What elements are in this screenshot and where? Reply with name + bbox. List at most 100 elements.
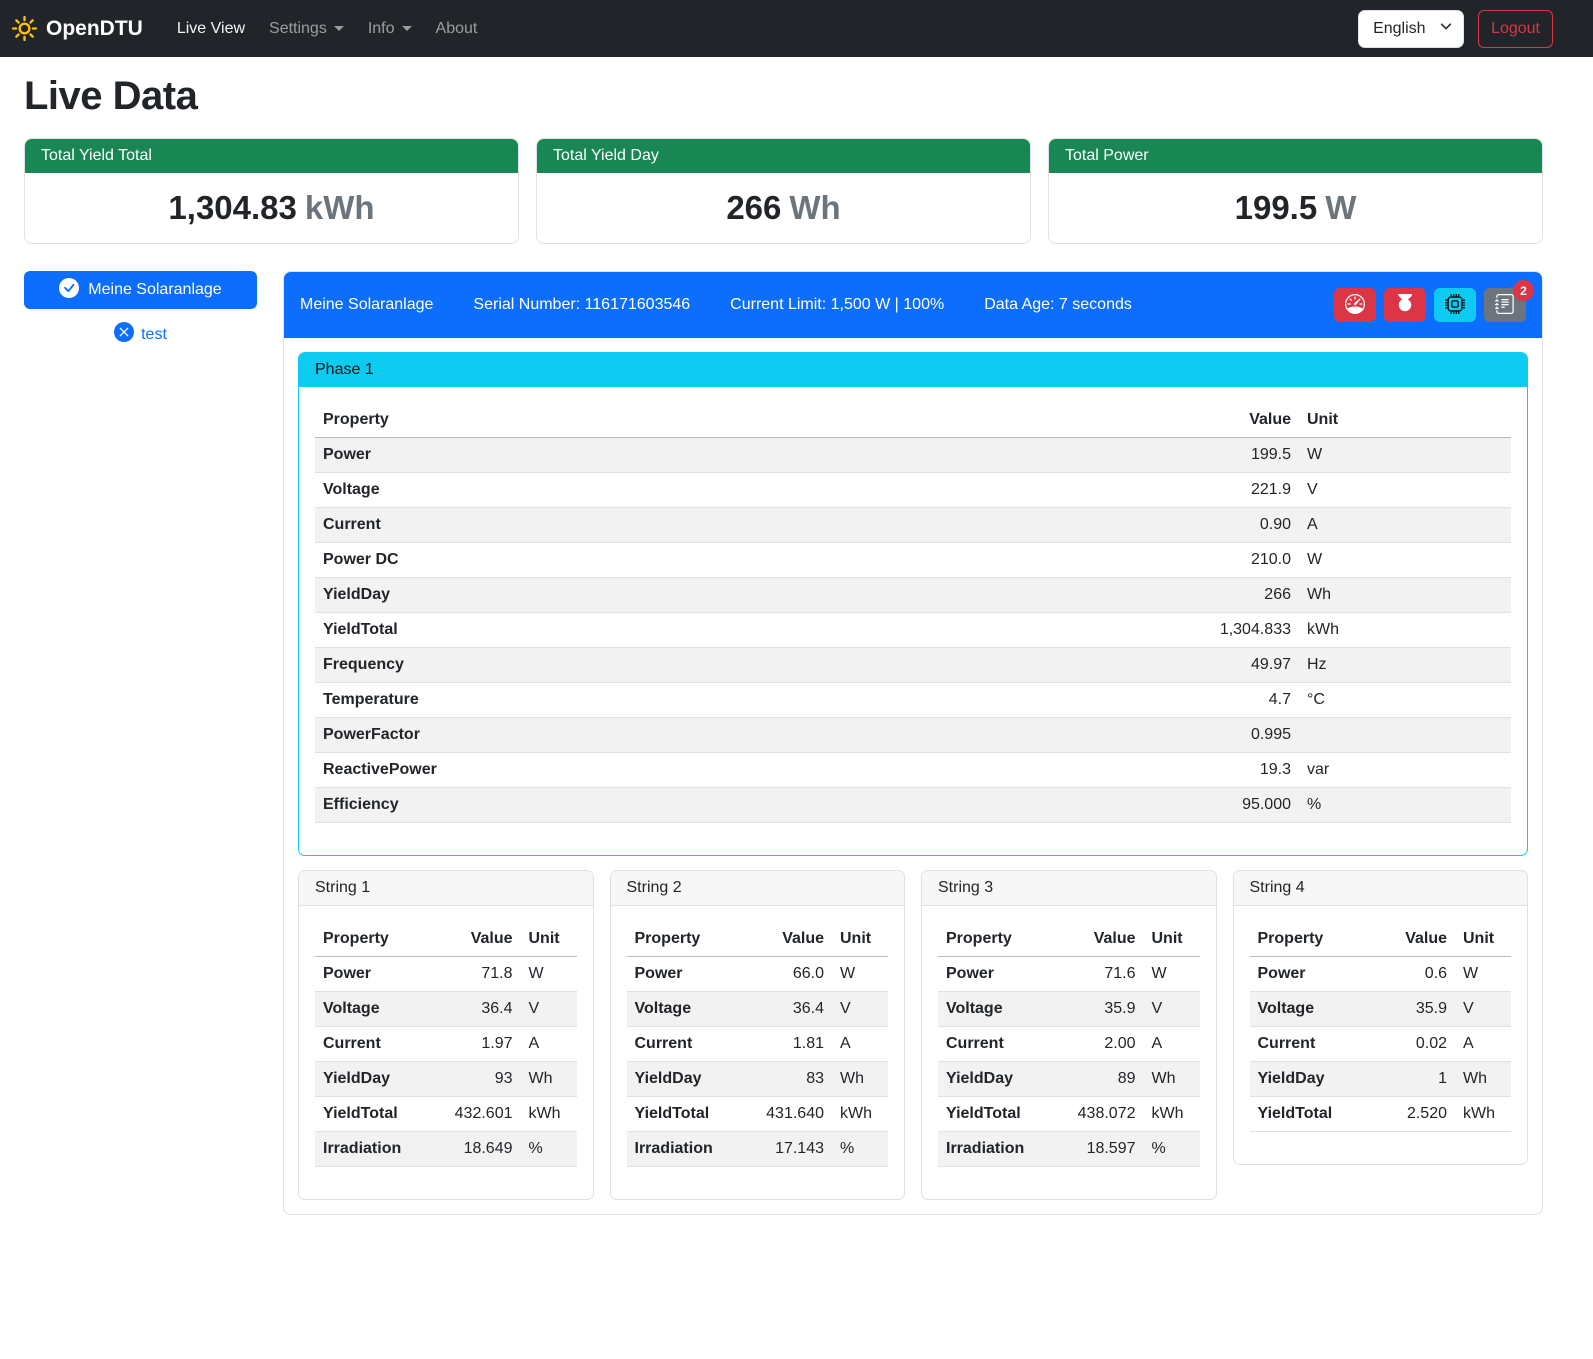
unit-cell: V <box>1299 473 1511 508</box>
table-row: YieldTotal432.601kWh <box>315 1097 577 1132</box>
property-cell: Voltage <box>938 992 1048 1027</box>
property-cell: Voltage <box>315 473 1149 508</box>
card-value: 199.5 <box>1235 189 1318 226</box>
table-row: YieldDay83Wh <box>627 1062 889 1097</box>
property-cell: YieldDay <box>315 1062 425 1097</box>
value-cell: 71.8 <box>425 957 521 992</box>
table-row: Temperature4.7°C <box>315 683 1511 718</box>
navbar: OpenDTU Live View Settings Info About En… <box>0 0 1593 57</box>
table-body: Power0.6WVoltage35.9VCurrent0.02AYieldDa… <box>1250 957 1512 1132</box>
language-select[interactable]: English <box>1358 10 1464 48</box>
total-power-card: Total Power 199.5W <box>1048 138 1543 244</box>
card-unit: kWh <box>305 189 375 226</box>
string-2-card: String 2 Property Value Unit <box>610 870 906 1200</box>
inverter-card-header: Meine Solaranlage Serial Number: 1161716… <box>284 272 1542 338</box>
inverter-sidebar: Meine Solaranlage test <box>24 271 257 347</box>
device-info-button[interactable] <box>1434 288 1476 322</box>
table-row: Irradiation18.649% <box>315 1132 577 1167</box>
value-cell: 0.90 <box>1149 508 1299 543</box>
value-cell: 2.520 <box>1359 1097 1455 1132</box>
nav-item-about[interactable]: About <box>424 12 490 46</box>
value-cell: 35.9 <box>1048 992 1144 1027</box>
card-unit: Wh <box>789 189 840 226</box>
table-row: Power66.0W <box>627 957 889 992</box>
table-row: Power DC210.0W <box>315 543 1511 578</box>
strings-row: String 1 Property Value Unit <box>298 870 1528 1200</box>
card-value: 1,304.83 <box>168 189 296 226</box>
column-unit: Unit <box>832 922 888 957</box>
property-cell: Voltage <box>627 992 737 1027</box>
value-cell: 17.143 <box>736 1132 832 1167</box>
property-cell: Voltage <box>1250 992 1360 1027</box>
unit-cell <box>1299 718 1511 753</box>
nav-item-settings[interactable]: Settings <box>257 12 356 46</box>
table-row: YieldDay1Wh <box>1250 1062 1512 1097</box>
unit-cell: Wh <box>832 1062 888 1097</box>
property-cell: Voltage <box>315 992 425 1027</box>
property-cell: Current <box>1250 1027 1360 1062</box>
column-property: Property <box>1250 922 1360 957</box>
column-unit: Unit <box>521 922 577 957</box>
power-button[interactable] <box>1384 288 1426 322</box>
nav-item-live-view[interactable]: Live View <box>165 12 257 46</box>
table-row: Frequency49.97Hz <box>315 648 1511 683</box>
table-header-row: Property Value Unit <box>1250 922 1512 957</box>
property-cell: ReactivePower <box>315 753 1149 788</box>
nav-item-info[interactable]: Info <box>356 12 424 46</box>
unit-cell: var <box>1299 753 1511 788</box>
unit-cell: % <box>1144 1132 1200 1167</box>
unit-cell: Wh <box>521 1062 577 1097</box>
event-log-button[interactable]: 2 <box>1484 288 1526 322</box>
property-cell: YieldTotal <box>938 1097 1048 1132</box>
value-cell: 89 <box>1048 1062 1144 1097</box>
property-cell: YieldDay <box>938 1062 1048 1097</box>
string-3-card: String 3 Property Value Unit <box>921 870 1217 1200</box>
string-3-table: Property Value Unit Power71.6WVoltage35.… <box>938 922 1200 1167</box>
table-row: YieldTotal438.072kWh <box>938 1097 1200 1132</box>
card-value-block: 199.5W <box>1049 173 1542 243</box>
string-4-card: String 4 Property Value Unit <box>1233 870 1529 1165</box>
table-row: Efficiency95.000% <box>315 788 1511 823</box>
inverter-selected-button[interactable]: Meine Solaranlage <box>24 271 257 309</box>
check-circle-icon <box>59 278 79 303</box>
table-row: Voltage35.9V <box>938 992 1200 1027</box>
card-value: 266 <box>726 189 781 226</box>
chevron-down-icon <box>402 26 412 31</box>
column-value: Value <box>1149 403 1299 438</box>
unit-cell: kWh <box>521 1097 577 1132</box>
table-row: Irradiation18.597% <box>938 1132 1200 1167</box>
table-header-row: Property Value Unit <box>315 922 577 957</box>
page-container: Live Data Total Yield Total 1,304.83kWh … <box>0 74 1593 1245</box>
table-row: Voltage36.4V <box>627 992 889 1027</box>
main-row: Meine Solaranlage test Meine Solaranlage… <box>24 271 1543 1215</box>
limit-settings-button[interactable] <box>1334 288 1376 322</box>
table-row: Irradiation17.143% <box>627 1132 889 1167</box>
property-cell: Current <box>315 1027 425 1062</box>
table-head: Property Value Unit <box>627 922 889 957</box>
table-header-row: Property Value Unit <box>315 403 1511 438</box>
unit-cell: V <box>1144 992 1200 1027</box>
table-row: YieldTotal431.640kWh <box>627 1097 889 1132</box>
inverter-item-test[interactable]: test <box>24 322 257 347</box>
property-cell: Power <box>315 957 425 992</box>
inverter-limit: Current Limit: 1,500 W | 100% <box>730 296 944 314</box>
brand[interactable]: OpenDTU <box>12 16 143 41</box>
nav-item-label: About <box>436 20 478 38</box>
unit-cell: % <box>832 1132 888 1167</box>
logout-button[interactable]: Logout <box>1478 10 1553 48</box>
journal-text-icon <box>1495 294 1515 317</box>
table-row: ReactivePower19.3var <box>315 753 1511 788</box>
unit-cell: W <box>832 957 888 992</box>
value-cell: 431.640 <box>736 1097 832 1132</box>
value-cell: 221.9 <box>1149 473 1299 508</box>
value-cell: 1,304.833 <box>1149 613 1299 648</box>
nav-item-label: Live View <box>177 20 245 38</box>
value-cell: 66.0 <box>736 957 832 992</box>
card-title: Total Yield Day <box>537 139 1030 173</box>
phase-panel-body: Property Value Unit Power199.5WVoltage22… <box>299 387 1527 855</box>
sun-icon <box>12 16 37 41</box>
column-property: Property <box>938 922 1048 957</box>
property-cell: Frequency <box>315 648 1149 683</box>
table-row: Current1.81A <box>627 1027 889 1062</box>
property-cell: Power DC <box>315 543 1149 578</box>
